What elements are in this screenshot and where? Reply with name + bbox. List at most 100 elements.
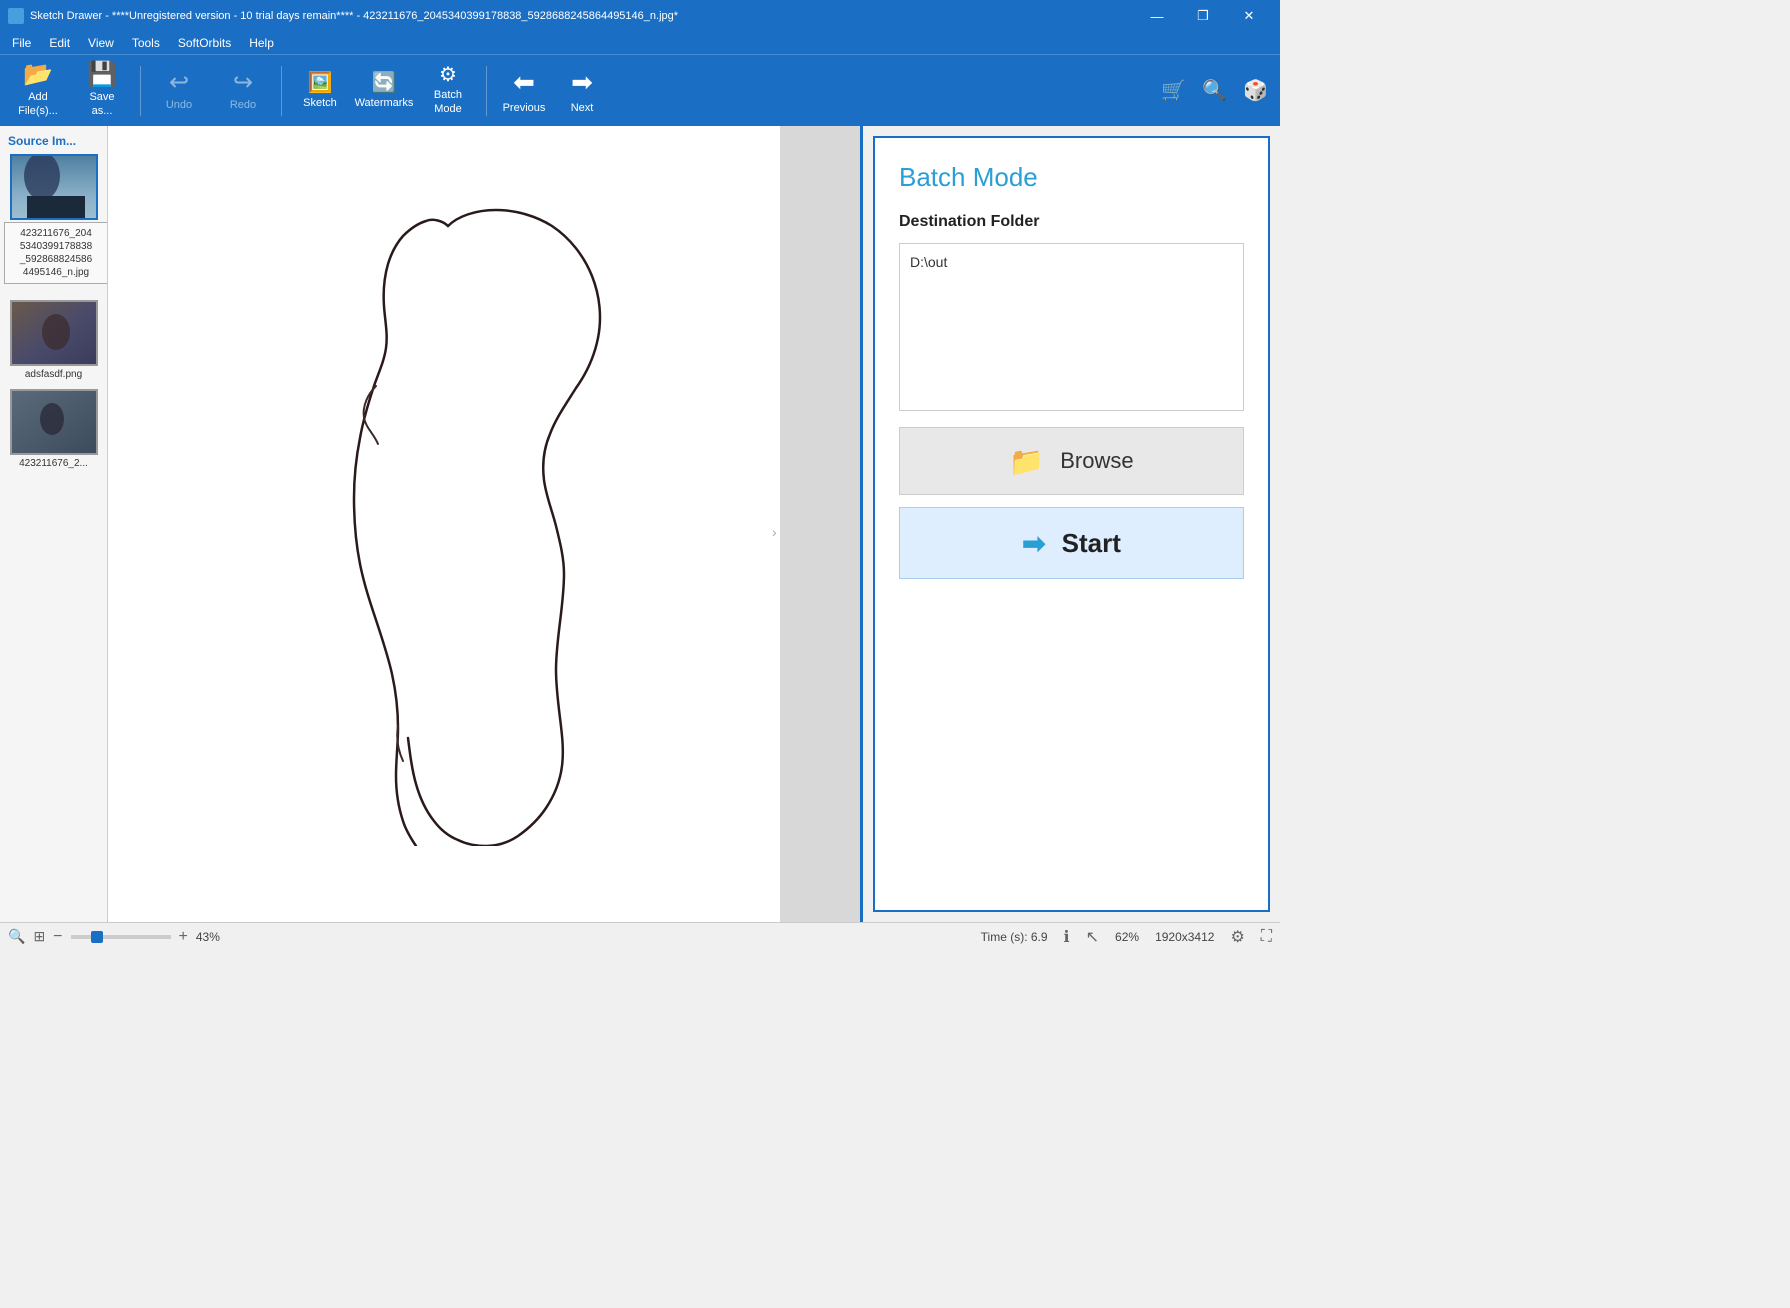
thumb-2-image [12, 302, 98, 366]
dimensions: 1920x3412 [1155, 930, 1214, 944]
thumb-3-image [12, 391, 98, 455]
maximize-button[interactable]: ❐ [1180, 0, 1226, 32]
canvas-area: › [108, 126, 860, 922]
settings-icon[interactable]: ⚙ [1230, 927, 1244, 947]
sketch-icon: 🖼️ [308, 73, 333, 93]
sketch-label: Sketch [303, 97, 337, 109]
thumb-2 [10, 300, 98, 366]
menu-tools[interactable]: Tools [124, 34, 168, 52]
fullscreen-icon[interactable]: ⛶ [1261, 928, 1272, 946]
fit-icon[interactable]: ⊞ [33, 928, 45, 945]
undo-label: Undo [166, 99, 192, 111]
redo-icon: ↪ [233, 71, 253, 95]
menu-view[interactable]: View [80, 34, 122, 52]
watermarks-button[interactable]: 🔄 Watermarks [354, 59, 414, 123]
browse-button[interactable]: 📁 Browse [899, 427, 1244, 495]
sketch-button[interactable]: 🖼️ Sketch [290, 59, 350, 123]
status-left: 🔍 ⊞ − + 43% [8, 928, 220, 946]
destination-folder-label: Destination Folder [899, 213, 1244, 231]
save-as-button[interactable]: 💾 Saveas... [72, 59, 132, 123]
menu-file[interactable]: File [4, 34, 39, 52]
browse-icon: 📁 [1009, 445, 1044, 478]
batch-mode-button[interactable]: ⚙ BatchMode [418, 59, 478, 123]
zoom-level: 62% [1115, 930, 1139, 944]
watermarks-icon: 🔄 [372, 73, 397, 93]
close-button[interactable]: ✕ [1226, 0, 1272, 32]
previous-button[interactable]: ⬅ Previous [495, 59, 553, 123]
app-icon [8, 8, 24, 24]
toolbar-separator-1 [140, 66, 141, 116]
next-button[interactable]: ➡ Next [553, 59, 611, 123]
slider-thumb [91, 931, 103, 943]
undo-button[interactable]: ↩ Undo [149, 59, 209, 123]
menu-softorbits[interactable]: SoftOrbits [170, 34, 239, 52]
batch-mode-label: BatchMode [434, 89, 462, 115]
redo-button[interactable]: ↪ Redo [213, 59, 273, 123]
main-layout: Source Im... [0, 126, 1280, 922]
next-icon: ➡ [571, 67, 593, 98]
minimize-button[interactable]: — [1134, 0, 1180, 32]
status-right: Time (s): 6.9 ℹ ↖ 62% 1920x3412 ⚙ ⛶ [981, 927, 1272, 947]
cube-icon[interactable]: 🎲 [1239, 74, 1272, 107]
thumb-3 [10, 389, 98, 455]
sidebar-item-1[interactable]: 423211676_204 5340399178838 _59286882458… [4, 154, 103, 220]
info-icon[interactable]: ℹ [1064, 927, 1070, 947]
sidebar-item-2[interactable]: adsfasdf.png [4, 300, 103, 381]
zoom-out-icon[interactable]: − [53, 928, 62, 946]
toolbar-separator-2 [281, 66, 282, 116]
menu-edit[interactable]: Edit [41, 34, 78, 52]
save-as-label: Saveas... [89, 91, 114, 117]
nav-buttons: ⬅ Previous ➡ Next [495, 59, 611, 123]
zoom-plus-icon[interactable]: + [179, 928, 188, 946]
sidebar-item-3-name: 423211676_2... [4, 458, 103, 470]
destination-folder-input[interactable] [899, 243, 1244, 411]
toolbar: 📂 AddFile(s)... 💾 Saveas... ↩ Undo ↪ Red… [0, 54, 1280, 126]
thumb-1 [10, 154, 98, 220]
batch-mode-icon: ⚙ [439, 65, 457, 85]
zoom-in-icon[interactable]: 🔍 [8, 928, 25, 945]
title-bar: Sketch Drawer - ****Unregistered version… [0, 0, 1280, 32]
previous-icon: ⬅ [513, 67, 535, 98]
watermarks-label: Watermarks [355, 97, 414, 109]
title-bar-controls: — ❐ ✕ [1134, 0, 1272, 32]
browse-label: Browse [1060, 448, 1133, 474]
menu-bar: File Edit View Tools SoftOrbits Help [0, 32, 1280, 54]
thumb-1-image [12, 156, 98, 220]
toolbar-separator-3 [486, 66, 487, 116]
sidebar: Source Im... [0, 126, 108, 922]
next-label: Next [571, 102, 594, 114]
sidebar-item-2-name: adsfasdf.png [4, 369, 103, 381]
batch-mode-title: Batch Mode [899, 162, 1244, 193]
right-gray-area: › [780, 126, 860, 922]
menu-help[interactable]: Help [241, 34, 282, 52]
right-panel: Batch Mode Destination Folder 📁 Browse ➡… [860, 126, 1280, 922]
add-files-label: AddFile(s)... [18, 91, 58, 117]
time-label: Time (s): 6.9 [981, 930, 1048, 944]
search-icon[interactable]: 🔍 [1198, 74, 1231, 107]
sidebar-item-3[interactable]: 423211676_2... [4, 389, 103, 470]
canvas-arrow: › [772, 524, 777, 540]
sketch-area [108, 126, 860, 922]
add-files-icon: 📂 [23, 63, 53, 87]
batch-panel: Batch Mode Destination Folder 📁 Browse ➡… [873, 136, 1270, 912]
canvas-content: › [108, 126, 860, 922]
toolbar-right-icons: 🛒 🔍 🎲 [1157, 74, 1272, 107]
status-bar: 🔍 ⊞ − + 43% Time (s): 6.9 ℹ ↖ 62% 1920x3… [0, 922, 1280, 950]
redo-label: Redo [230, 99, 256, 111]
sketch-drawing [248, 166, 728, 846]
undo-icon: ↩ [169, 71, 189, 95]
slider-track [71, 935, 171, 939]
tooltip-1: 423211676_204 5340399178838 _59286882458… [4, 222, 108, 284]
zoom-slider[interactable] [71, 935, 171, 939]
zoom-percent: 43% [196, 930, 220, 944]
tooltip-text: 423211676_204 5340399178838 _59286882458… [20, 228, 92, 278]
share-icon[interactable]: ↖ [1086, 927, 1099, 947]
save-as-icon: 💾 [87, 63, 117, 87]
window-title: Sketch Drawer - ****Unregistered version… [30, 10, 678, 22]
previous-label: Previous [503, 102, 546, 114]
cart-icon[interactable]: 🛒 [1157, 74, 1190, 107]
start-button[interactable]: ➡ Start [899, 507, 1244, 579]
sidebar-title[interactable]: Source Im... [4, 134, 103, 154]
title-bar-left: Sketch Drawer - ****Unregistered version… [8, 8, 678, 24]
add-files-button[interactable]: 📂 AddFile(s)... [8, 59, 68, 123]
